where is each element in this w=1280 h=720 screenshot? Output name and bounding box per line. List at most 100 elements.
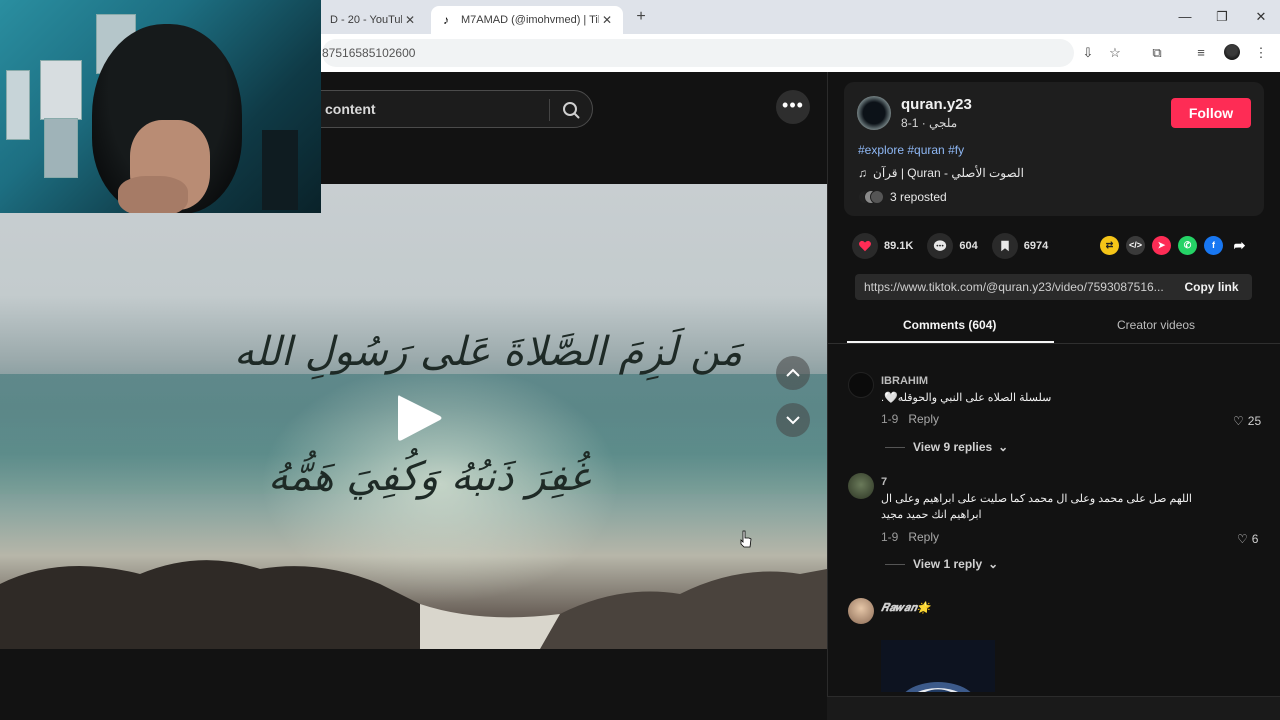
comment-item: 𝑹𝒂𝒘𝒂𝒏🌟 bbox=[828, 588, 1280, 692]
creator-subline: ملجي · 1-8 bbox=[901, 116, 958, 130]
chair bbox=[262, 130, 298, 210]
view-replies-label: View 9 replies bbox=[913, 440, 993, 454]
media-control-icon[interactable]: ≡ bbox=[1191, 43, 1211, 63]
creator-avatar[interactable] bbox=[857, 96, 891, 130]
new-tab-button[interactable]: + bbox=[632, 8, 650, 26]
wall-poster bbox=[6, 70, 30, 140]
tab-comments[interactable]: Comments (604) bbox=[903, 318, 996, 332]
menu-kebab-icon[interactable]: ⋮ bbox=[1251, 43, 1271, 63]
comment-like[interactable]: ♡ 25 bbox=[1233, 414, 1261, 428]
chevron-down-icon: ⌄ bbox=[988, 557, 999, 571]
tab-youtube[interactable]: D - 20 - YouTube ✕ bbox=[322, 6, 426, 34]
comment-stat[interactable]: 604 bbox=[927, 233, 978, 259]
comment-input-bar[interactable] bbox=[827, 696, 1280, 720]
save-stat[interactable]: 6974 bbox=[991, 233, 1049, 259]
like-stat[interactable]: 89.1K bbox=[852, 233, 913, 259]
video-rocks bbox=[0, 560, 827, 649]
reply-button[interactable]: Reply bbox=[908, 412, 939, 426]
url-text: 87516585102600 bbox=[322, 46, 416, 60]
view-replies-button[interactable]: View 1 reply ⌄ bbox=[885, 557, 998, 571]
tab-label: D - 20 - YouTube bbox=[330, 14, 402, 26]
whatsapp-icon[interactable]: ✆ bbox=[1178, 236, 1197, 255]
bookmark-star-icon[interactable]: ☆ bbox=[1105, 43, 1125, 63]
reply-button[interactable]: Reply bbox=[908, 530, 939, 544]
play-icon[interactable] bbox=[394, 392, 444, 444]
comment-count: 604 bbox=[959, 240, 978, 252]
creator-username[interactable]: quran.y23 bbox=[901, 96, 972, 113]
search-bar[interactable]: content bbox=[300, 90, 593, 128]
details-panel: quran.y23 ملجي · 1-8 Follow #explore #qu… bbox=[827, 72, 1280, 720]
reposted-count: 3 reposted bbox=[890, 190, 947, 204]
heart-outline-icon[interactable]: ♡ bbox=[1237, 532, 1248, 546]
follow-button[interactable]: Follow bbox=[1171, 98, 1251, 128]
comment-text: سلسلة الصلاه على النبي والحوقله🤍. bbox=[881, 392, 1052, 404]
share-link-box: https://www.tiktok.com/@quran.y23/video/… bbox=[855, 274, 1252, 300]
commenter-avatar[interactable] bbox=[848, 372, 874, 398]
close-window-button[interactable]: ✕ bbox=[1249, 7, 1273, 27]
post-info-card: quran.y23 ملجي · 1-8 Follow #explore #qu… bbox=[844, 82, 1264, 216]
comment-icon[interactable] bbox=[927, 233, 954, 259]
heart-icon[interactable] bbox=[852, 233, 878, 259]
commenter-avatar[interactable] bbox=[848, 598, 874, 624]
view-replies-button[interactable]: View 9 replies ⌄ bbox=[885, 440, 1008, 454]
previous-video-button[interactable] bbox=[776, 356, 810, 390]
video-player[interactable]: مَن لَزِمَ الصَّلاةَ عَلى رَسُولِ الله غ… bbox=[0, 184, 827, 649]
embed-icon[interactable]: </> bbox=[1126, 236, 1145, 255]
tiktok-icon: ♪ bbox=[443, 13, 449, 27]
reposter-avatars bbox=[858, 190, 884, 204]
commenter-name[interactable]: 7 bbox=[881, 476, 887, 488]
more-options-button[interactable]: ••• bbox=[776, 90, 810, 124]
share-url[interactable]: https://www.tiktok.com/@quran.y23/video/… bbox=[864, 280, 1172, 294]
address-bar[interactable]: 87516585102600 bbox=[322, 39, 1074, 67]
minimize-button[interactable]: — bbox=[1173, 7, 1197, 27]
heart-outline-icon[interactable]: ♡ bbox=[1233, 414, 1244, 428]
comment-meta: 1-9 Reply bbox=[881, 530, 939, 544]
close-icon[interactable]: ✕ bbox=[402, 13, 418, 27]
bookmark-icon[interactable] bbox=[991, 233, 1018, 259]
copy-link-button[interactable]: Copy link bbox=[1171, 274, 1252, 300]
webcam-overlay bbox=[0, 0, 321, 213]
person-hand bbox=[118, 176, 188, 213]
tab-label: M7AMAD (@imohvmed) | TikTok bbox=[461, 14, 599, 26]
extensions-icon[interactable]: ⧉ bbox=[1147, 43, 1167, 63]
engagement-stats: 89.1K 604 6974 bbox=[852, 232, 1062, 260]
next-video-button[interactable] bbox=[776, 403, 810, 437]
active-tab-indicator bbox=[847, 341, 1054, 343]
commenter-avatar[interactable] bbox=[848, 473, 874, 499]
reply-line bbox=[885, 446, 905, 448]
comment-meta: 1-9 Reply bbox=[881, 412, 939, 426]
commenter-name[interactable]: IBRAHIM bbox=[881, 375, 928, 387]
hashtags[interactable]: #explore #quran #fy bbox=[858, 143, 964, 157]
comment-date: 1-9 bbox=[881, 530, 899, 544]
wall-poster bbox=[44, 118, 78, 178]
save-count: 6974 bbox=[1023, 240, 1049, 252]
comment-tabs: Comments (604) Creator videos bbox=[828, 312, 1280, 344]
send-icon[interactable]: ➤ bbox=[1152, 236, 1171, 255]
comment-image[interactable] bbox=[881, 640, 995, 692]
tab-tiktok[interactable]: ♪ M7AMAD (@imohvmed) | TikTok ✕ bbox=[431, 6, 623, 34]
search-input[interactable]: content bbox=[325, 101, 376, 117]
mouse-cursor-icon bbox=[740, 530, 752, 548]
search-icon[interactable] bbox=[559, 99, 583, 121]
chevron-down-icon: ⌄ bbox=[998, 440, 1009, 454]
share-icons: ⇄ </> ➤ ✆ f ➦ bbox=[1100, 236, 1249, 255]
chevron-up-icon bbox=[786, 368, 800, 377]
repost-icon[interactable]: ⇄ bbox=[1100, 236, 1119, 255]
install-app-icon[interactable]: ⇩ bbox=[1078, 43, 1098, 63]
reposted-row[interactable]: 3 reposted bbox=[858, 190, 947, 204]
facebook-icon[interactable]: f bbox=[1204, 236, 1223, 255]
share-arrow-icon[interactable]: ➦ bbox=[1230, 236, 1249, 255]
music-note-icon: ♫ bbox=[858, 166, 867, 180]
comment-like[interactable]: ♡ 6 bbox=[1237, 532, 1258, 546]
music-row[interactable]: ♫ قرآن | Quran - الصوت الأصلي bbox=[858, 166, 1024, 180]
tab-creator-videos[interactable]: Creator videos bbox=[1117, 318, 1195, 332]
view-replies-label: View 1 reply bbox=[913, 557, 983, 571]
close-icon[interactable]: ✕ bbox=[599, 13, 615, 27]
comment-date: 1-9 bbox=[881, 412, 899, 426]
maximize-button[interactable]: ❐ bbox=[1210, 7, 1234, 27]
comment-text: اللهم صل على محمد وعلى ال محمد كما صليت … bbox=[881, 493, 1192, 521]
profile-avatar[interactable] bbox=[1224, 44, 1240, 60]
commenter-name[interactable]: 𝑹𝒂𝒘𝒂𝒏🌟 bbox=[881, 601, 930, 615]
comment-item: 7 اللهم صل على محمد وعلى ال محمد كما صلي… bbox=[828, 463, 1280, 583]
comment-list: IBRAHIM سلسلة الصلاه على النبي والحوقله🤍… bbox=[828, 362, 1280, 692]
